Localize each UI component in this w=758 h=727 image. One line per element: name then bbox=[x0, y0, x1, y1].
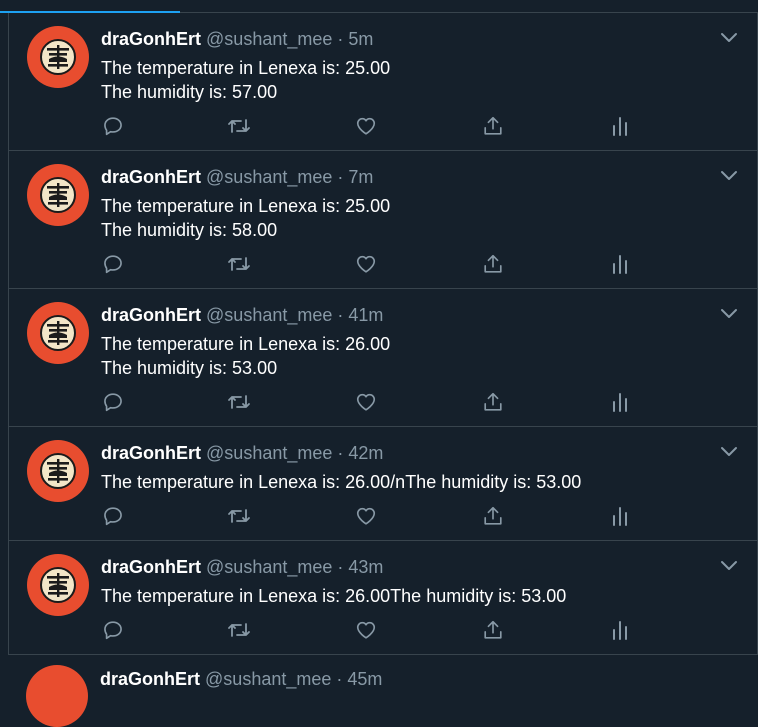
kame-symbol-icon bbox=[40, 315, 76, 351]
avatar[interactable] bbox=[27, 302, 89, 364]
like-icon[interactable] bbox=[354, 114, 378, 138]
partial-tweet[interactable]: draGonhErt @sushant_mee · 45m bbox=[0, 655, 758, 727]
user-name[interactable]: draGonhErt bbox=[101, 305, 201, 325]
user-name[interactable]: draGonhErt bbox=[101, 443, 201, 463]
chevron-down-icon[interactable] bbox=[719, 444, 739, 460]
tweet-header: draGonhErt @sushant_mee · 43m bbox=[101, 557, 383, 577]
tweet-actions bbox=[101, 504, 641, 528]
avatar[interactable] bbox=[26, 665, 88, 727]
timestamp[interactable]: 41m bbox=[348, 305, 383, 325]
avatar[interactable] bbox=[27, 554, 89, 616]
share-icon[interactable] bbox=[481, 504, 505, 528]
kame-symbol-icon bbox=[40, 39, 76, 75]
like-icon[interactable] bbox=[354, 618, 378, 642]
tweet[interactable]: draGonhErt @sushant_mee · 42m The temper… bbox=[9, 427, 757, 541]
user-name[interactable]: draGonhErt bbox=[101, 167, 201, 187]
avatar[interactable] bbox=[27, 26, 89, 88]
timestamp[interactable]: 7m bbox=[348, 167, 373, 187]
tweet-text-line: The humidity is: 57.00 bbox=[101, 82, 278, 102]
analytics-icon[interactable] bbox=[608, 618, 632, 642]
tweet-text: The temperature in Lenexa is: 25.00 The h… bbox=[101, 56, 390, 104]
user-handle[interactable]: @sushant_mee bbox=[206, 29, 332, 49]
retweet-icon[interactable] bbox=[227, 618, 251, 642]
user-handle[interactable]: @sushant_mee bbox=[206, 443, 332, 463]
reply-icon[interactable] bbox=[101, 504, 125, 528]
user-handle[interactable]: @sushant_mee bbox=[206, 557, 332, 577]
retweet-icon[interactable] bbox=[227, 114, 251, 138]
tweet[interactable]: draGonhErt @sushant_mee · 5m The tempera… bbox=[9, 13, 757, 151]
tab-bar bbox=[0, 0, 758, 13]
tweet-header: draGonhErt @sushant_mee · 5m bbox=[101, 29, 373, 49]
like-icon[interactable] bbox=[354, 390, 378, 414]
tweet-text: The temperature in Lenexa is: 25.00 The h… bbox=[101, 194, 390, 242]
kame-symbol-icon bbox=[40, 567, 76, 603]
like-icon[interactable] bbox=[354, 252, 378, 276]
like-icon[interactable] bbox=[354, 504, 378, 528]
separator-dot: · bbox=[337, 443, 344, 463]
share-icon[interactable] bbox=[481, 252, 505, 276]
tweet-header: draGonhErt @sushant_mee · 45m bbox=[100, 669, 382, 689]
timestamp[interactable]: 45m bbox=[347, 669, 382, 689]
tweet-header: draGonhErt @sushant_mee · 7m bbox=[101, 167, 373, 187]
chevron-down-icon[interactable] bbox=[719, 30, 739, 46]
tweet-header: draGonhErt @sushant_mee · 41m bbox=[101, 305, 383, 325]
retweet-icon[interactable] bbox=[227, 390, 251, 414]
tweet-text-line: The temperature in Lenexa is: 26.00 bbox=[101, 334, 391, 354]
user-name[interactable]: draGonhErt bbox=[101, 29, 201, 49]
chevron-down-icon[interactable] bbox=[719, 306, 739, 322]
retweet-icon[interactable] bbox=[227, 252, 251, 276]
separator-dot: · bbox=[337, 557, 344, 577]
tweet-text: The temperature in Lenexa is: 26.00The h… bbox=[101, 584, 566, 608]
separator-dot: · bbox=[337, 305, 344, 325]
reply-icon[interactable] bbox=[101, 390, 125, 414]
share-icon[interactable] bbox=[481, 390, 505, 414]
tweet-header: draGonhErt @sushant_mee · 42m bbox=[101, 443, 383, 463]
kame-symbol-icon bbox=[40, 177, 76, 213]
kame-symbol-icon bbox=[40, 453, 76, 489]
tweet-actions bbox=[101, 618, 641, 642]
tweet[interactable]: draGonhErt @sushant_mee · 41m The temper… bbox=[9, 289, 757, 427]
avatar[interactable] bbox=[27, 164, 89, 226]
tweet-text-line: The temperature in Lenexa is: 25.00 bbox=[101, 58, 391, 78]
user-handle[interactable]: @sushant_mee bbox=[206, 167, 332, 187]
tweet-text: The temperature in Lenexa is: 26.00/nThe… bbox=[101, 470, 581, 494]
separator-dot: · bbox=[337, 29, 344, 49]
tweet-actions bbox=[101, 390, 641, 414]
timeline: draGonhErt @sushant_mee · 5m The tempera… bbox=[8, 13, 758, 655]
avatar[interactable] bbox=[27, 440, 89, 502]
timestamp[interactable]: 5m bbox=[348, 29, 373, 49]
separator-dot: · bbox=[336, 669, 343, 689]
tweet[interactable]: draGonhErt @sushant_mee · 7m The tempera… bbox=[9, 151, 757, 289]
reply-icon[interactable] bbox=[101, 618, 125, 642]
timestamp[interactable]: 42m bbox=[348, 443, 383, 463]
retweet-icon[interactable] bbox=[227, 504, 251, 528]
tweet-text-line: The humidity is: 58.00 bbox=[101, 220, 278, 240]
timestamp[interactable]: 43m bbox=[348, 557, 383, 577]
tweet-actions bbox=[101, 252, 641, 276]
analytics-icon[interactable] bbox=[608, 114, 632, 138]
share-icon[interactable] bbox=[481, 114, 505, 138]
separator-dot: · bbox=[337, 167, 344, 187]
analytics-icon[interactable] bbox=[608, 390, 632, 414]
tweet-text: The temperature in Lenexa is: 26.00 The h… bbox=[101, 332, 390, 380]
chevron-down-icon[interactable] bbox=[719, 168, 739, 184]
tweet-text-line: The temperature in Lenexa is: 26.00/nThe… bbox=[101, 472, 582, 492]
user-handle[interactable]: @sushant_mee bbox=[206, 305, 332, 325]
analytics-icon[interactable] bbox=[608, 504, 632, 528]
chevron-down-icon[interactable] bbox=[719, 558, 739, 574]
tweet-actions bbox=[101, 114, 641, 138]
user-name[interactable]: draGonhErt bbox=[101, 557, 201, 577]
reply-icon[interactable] bbox=[101, 252, 125, 276]
tweet[interactable]: draGonhErt @sushant_mee · 43m The temper… bbox=[9, 541, 757, 655]
tweet-text-line: The humidity is: 53.00 bbox=[101, 358, 278, 378]
user-name[interactable]: draGonhErt bbox=[100, 669, 200, 689]
tweet-text-line: The temperature in Lenexa is: 25.00 bbox=[101, 196, 391, 216]
share-icon[interactable] bbox=[481, 618, 505, 642]
analytics-icon[interactable] bbox=[608, 252, 632, 276]
reply-icon[interactable] bbox=[101, 114, 125, 138]
tweet-text-line: The temperature in Lenexa is: 26.00The h… bbox=[101, 586, 567, 606]
user-handle[interactable]: @sushant_mee bbox=[205, 669, 331, 689]
